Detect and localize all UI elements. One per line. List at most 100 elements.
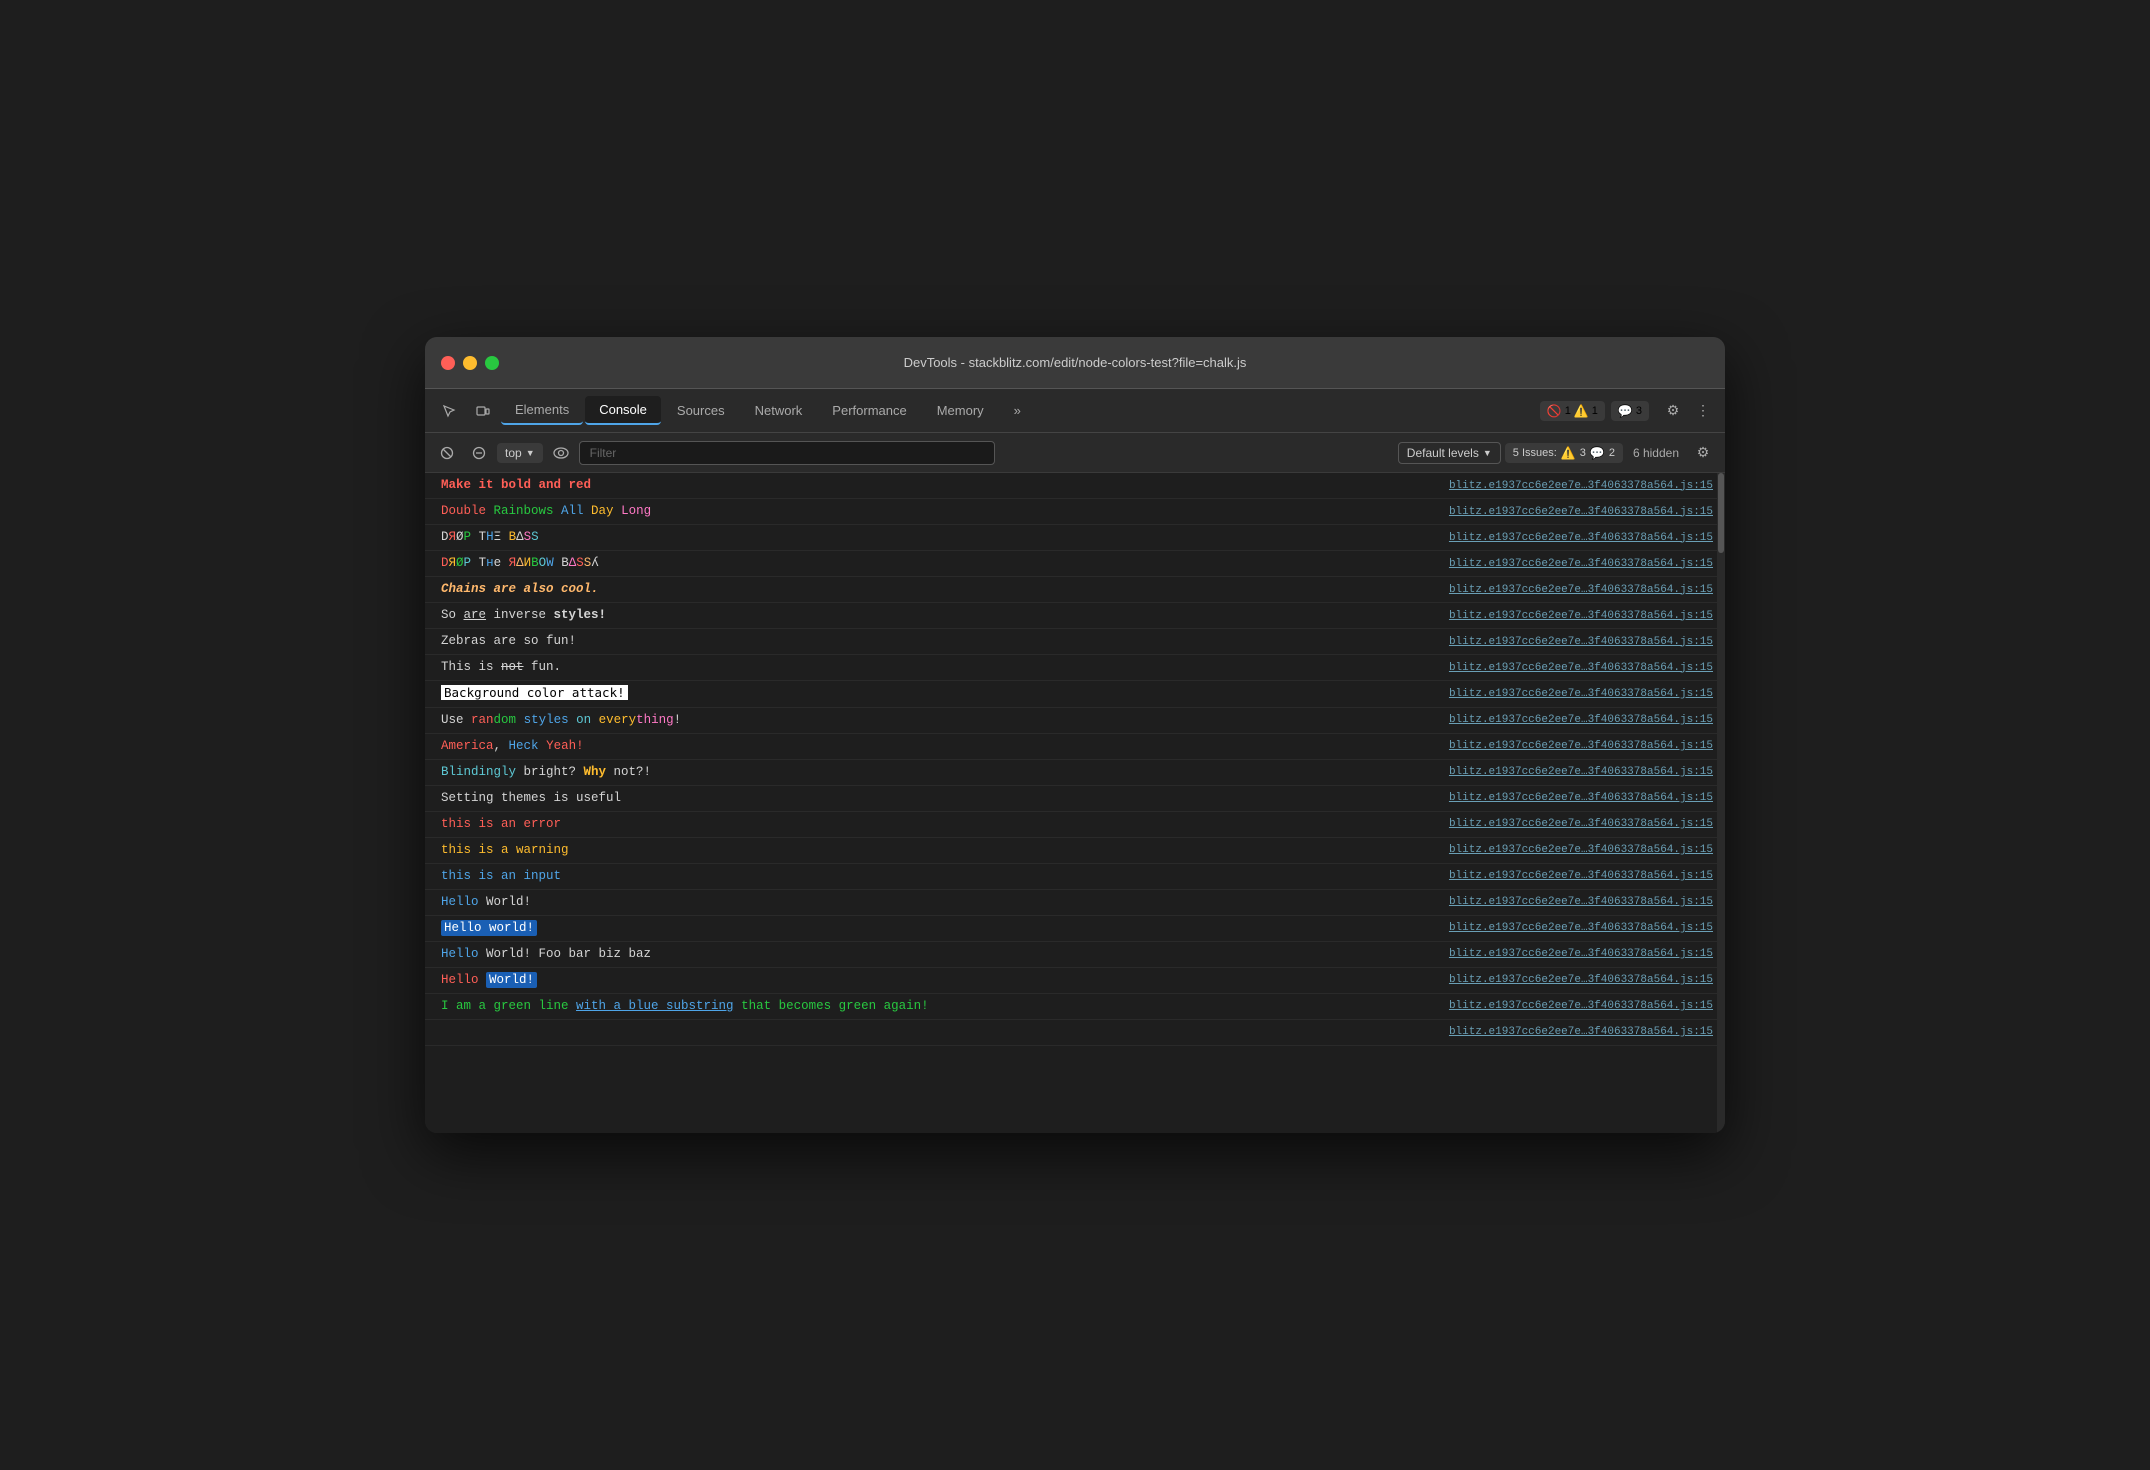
console-source[interactable]: blitz.e1937cc6e2ee7e…3f4063378a564.js:15 [1449, 870, 1713, 882]
console-row[interactable]: Hello world! blitz.e1937cc6e2ee7e…3f4063… [425, 916, 1725, 942]
console-source[interactable]: blitz.e1937cc6e2ee7e…3f4063378a564.js:15 [1449, 766, 1713, 778]
devtools-window: DevTools - stackblitz.com/edit/node-colo… [425, 337, 1725, 1133]
console-message: this is a warning [441, 841, 1433, 860]
console-row[interactable]: Hello World! blitz.e1937cc6e2ee7e…3f4063… [425, 890, 1725, 916]
clear-console-button[interactable] [433, 439, 461, 467]
console-source[interactable]: blitz.e1937cc6e2ee7e…3f4063378a564.js:15 [1449, 818, 1713, 830]
console-output-area: Make it bold and red blitz.e1937cc6e2ee7… [425, 473, 1725, 1133]
tab-elements[interactable]: Elements [501, 396, 583, 425]
issues-badge[interactable]: 5 Issues: ⚠️ 3 💬 2 [1505, 443, 1623, 463]
settings-button[interactable]: ⚙ [1659, 397, 1687, 425]
error-badge[interactable]: 🚫 1 ⚠️ 1 [1540, 401, 1605, 421]
console-row[interactable]: Use random styles on everything! blitz.e… [425, 708, 1725, 734]
console-source[interactable]: blitz.e1937cc6e2ee7e…3f4063378a564.js:15 [1449, 896, 1713, 908]
console-message: Setting themes is useful [441, 789, 1433, 808]
console-message: Chains are also cool. [441, 580, 1433, 599]
eye-button[interactable] [547, 439, 575, 467]
console-source[interactable]: blitz.e1937cc6e2ee7e…3f4063378a564.js:15 [1449, 688, 1713, 700]
console-source[interactable]: blitz.e1937cc6e2ee7e…3f4063378a564.js:15 [1449, 792, 1713, 804]
tab-bar: Elements Console Sources Network Perform… [425, 389, 1725, 433]
console-source[interactable]: blitz.e1937cc6e2ee7e…3f4063378a564.js:15 [1449, 558, 1713, 570]
clear-log-button[interactable] [465, 439, 493, 467]
info-badge[interactable]: 💬 3 [1611, 401, 1649, 421]
maximize-button[interactable] [485, 356, 499, 370]
console-source[interactable]: blitz.e1937cc6e2ee7e…3f4063378a564.js:15 [1449, 740, 1713, 752]
console-message: Use random styles on everything! [441, 711, 1433, 730]
context-selector[interactable]: top ▼ [497, 443, 543, 463]
console-message: this is an error [441, 815, 1433, 834]
console-row[interactable]: I am a green line with a blue substring … [425, 994, 1725, 1020]
console-message: Hello World! [441, 893, 1433, 912]
console-row[interactable]: Chains are also cool. blitz.e1937cc6e2ee… [425, 577, 1725, 603]
console-row[interactable]: Setting themes is useful blitz.e1937cc6e… [425, 786, 1725, 812]
console-row[interactable]: Background color attack! blitz.e1937cc6e… [425, 681, 1725, 708]
tab-console[interactable]: Console [585, 396, 661, 425]
console-source[interactable]: blitz.e1937cc6e2ee7e…3f4063378a564.js:15 [1449, 922, 1713, 934]
console-source[interactable]: blitz.e1937cc6e2ee7e…3f4063378a564.js:15 [1449, 610, 1713, 622]
console-row[interactable]: Hello World! Foo bar biz baz blitz.e1937… [425, 942, 1725, 968]
chevron-down-icon: ▼ [526, 448, 535, 458]
traffic-lights [441, 356, 499, 370]
close-button[interactable] [441, 356, 455, 370]
console-message [441, 1023, 1433, 1042]
console-message: this is an input [441, 867, 1433, 886]
scrollbar[interactable] [1717, 473, 1725, 1133]
console-message: Hello World! Foo bar biz baz [441, 945, 1433, 964]
filter-input[interactable] [579, 441, 996, 465]
console-row[interactable]: Make it bold and red blitz.e1937cc6e2ee7… [425, 473, 1725, 499]
console-message: Zebras are so fun! [441, 632, 1433, 651]
console-source[interactable]: blitz.e1937cc6e2ee7e…3f4063378a564.js:15 [1449, 506, 1713, 518]
console-row[interactable]: this is a warning blitz.e1937cc6e2ee7e…3… [425, 838, 1725, 864]
console-row[interactable]: blitz.e1937cc6e2ee7e…3f4063378a564.js:15 [425, 1020, 1725, 1046]
console-source[interactable]: blitz.e1937cc6e2ee7e…3f4063378a564.js:15 [1449, 636, 1713, 648]
console-message: Hello World! [441, 971, 1433, 990]
warning-icon: ⚠️ [1574, 404, 1589, 418]
console-source[interactable]: blitz.e1937cc6e2ee7e…3f4063378a564.js:15 [1449, 714, 1713, 726]
msg-icon: 💬 [1590, 446, 1605, 460]
console-message: Make it bold and red [441, 476, 1433, 495]
minimize-button[interactable] [463, 356, 477, 370]
console-row[interactable]: DЯØP THΞ BΔSS blitz.e1937cc6e2ee7e…3f406… [425, 525, 1725, 551]
console-message: Blindingly bright? Why not?! [441, 763, 1433, 782]
hidden-count[interactable]: 6 hidden [1627, 443, 1685, 463]
tab-performance[interactable]: Performance [818, 397, 920, 424]
info-icon: 💬 [1618, 404, 1633, 418]
console-message: DЯØP Tнe ЯΔИBOW BΔSSʎ [441, 554, 1433, 573]
console-row[interactable]: This is not fun. blitz.e1937cc6e2ee7e…3f… [425, 655, 1725, 681]
tab-network[interactable]: Network [741, 397, 817, 424]
more-menu-button[interactable]: ⋮ [1689, 397, 1717, 425]
console-source[interactable]: blitz.e1937cc6e2ee7e…3f4063378a564.js:15 [1449, 584, 1713, 596]
console-toolbar: top ▼ Default levels ▼ 5 Issues: ⚠️ 3 💬 … [425, 433, 1725, 473]
error-icon: 🚫 [1547, 404, 1562, 418]
console-source[interactable]: blitz.e1937cc6e2ee7e…3f4063378a564.js:15 [1449, 974, 1713, 986]
chevron-down-icon: ▼ [1483, 448, 1492, 458]
tab-sources[interactable]: Sources [663, 397, 739, 424]
device-toggle-button[interactable] [467, 395, 499, 427]
console-message: DЯØP THΞ BΔSS [441, 528, 1433, 547]
console-row[interactable]: this is an input blitz.e1937cc6e2ee7e…3f… [425, 864, 1725, 890]
scrollbar-thumb[interactable] [1718, 473, 1724, 553]
console-row[interactable]: this is an error blitz.e1937cc6e2ee7e…3f… [425, 812, 1725, 838]
console-log-list: Make it bold and red blitz.e1937cc6e2ee7… [425, 473, 1725, 1133]
console-source[interactable]: blitz.e1937cc6e2ee7e…3f4063378a564.js:15 [1449, 948, 1713, 960]
title-bar: DevTools - stackblitz.com/edit/node-colo… [425, 337, 1725, 389]
console-source[interactable]: blitz.e1937cc6e2ee7e…3f4063378a564.js:15 [1449, 480, 1713, 492]
console-row[interactable]: Double Rainbows All Day Long blitz.e1937… [425, 499, 1725, 525]
console-source[interactable]: blitz.e1937cc6e2ee7e…3f4063378a564.js:15 [1449, 1000, 1713, 1012]
console-row[interactable]: Hello World! blitz.e1937cc6e2ee7e…3f4063… [425, 968, 1725, 994]
console-row[interactable]: So are inverse styles! blitz.e1937cc6e2e… [425, 603, 1725, 629]
console-message: I am a green line with a blue substring … [441, 997, 1433, 1016]
inspect-element-button[interactable] [433, 395, 465, 427]
tab-memory[interactable]: Memory [923, 397, 998, 424]
tab-more[interactable]: » [1000, 397, 1035, 424]
console-settings-button[interactable]: ⚙ [1689, 439, 1717, 467]
console-row[interactable]: America, Heck Yeah! blitz.e1937cc6e2ee7e… [425, 734, 1725, 760]
console-source[interactable]: blitz.e1937cc6e2ee7e…3f4063378a564.js:15 [1449, 662, 1713, 674]
console-row[interactable]: Zebras are so fun! blitz.e1937cc6e2ee7e…… [425, 629, 1725, 655]
console-source[interactable]: blitz.e1937cc6e2ee7e…3f4063378a564.js:15 [1449, 844, 1713, 856]
console-source[interactable]: blitz.e1937cc6e2ee7e…3f4063378a564.js:15 [1449, 532, 1713, 544]
levels-dropdown[interactable]: Default levels ▼ [1398, 442, 1501, 464]
console-source[interactable]: blitz.e1937cc6e2ee7e…3f4063378a564.js:15 [1449, 1026, 1713, 1038]
console-row[interactable]: DЯØP Tнe ЯΔИBOW BΔSSʎ blitz.e1937cc6e2ee… [425, 551, 1725, 577]
console-row[interactable]: Blindingly bright? Why not?! blitz.e1937… [425, 760, 1725, 786]
